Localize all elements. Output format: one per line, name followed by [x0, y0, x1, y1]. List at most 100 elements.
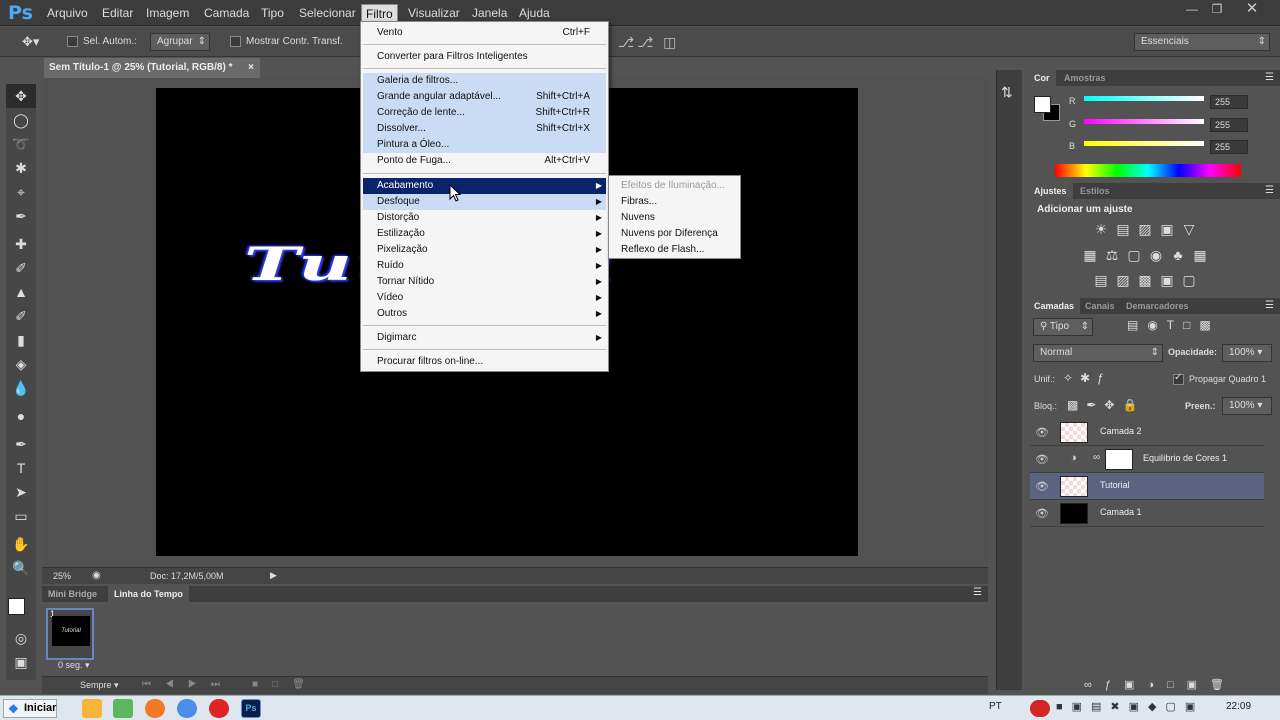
menu-item-desfoque[interactable]: Desfoque ▶ — [363, 194, 606, 210]
eye-icon[interactable]: 👁 — [1035, 507, 1049, 520]
eye-icon[interactable]: 👁 — [1035, 480, 1049, 493]
paint-bucket-icon[interactable]: ◈ — [6, 352, 36, 376]
tab-amostras[interactable]: Amostras — [1058, 70, 1112, 86]
history-brush-icon[interactable]: ✐ — [6, 304, 36, 328]
eye-icon[interactable]: 👁 — [1035, 453, 1049, 466]
menu-item-procurar-online[interactable]: Procurar filtros on-line... — [363, 354, 606, 370]
frame-tools-icon[interactable]: ■□🗑 — [252, 679, 319, 690]
submenu-item-reflexo-flash[interactable]: Reflexo de Flash... — [611, 242, 738, 258]
menu-editar[interactable]: Editar — [98, 4, 137, 22]
crop-tool-icon[interactable]: ⌖ — [6, 180, 36, 204]
restore-icon[interactable]: ❐ — [1207, 2, 1227, 16]
animation-frame[interactable]: 1 Tutorial — [46, 608, 94, 660]
channel-mixer-icon[interactable]: ♣ — [1168, 246, 1188, 264]
channel-r-slider[interactable] — [1084, 96, 1204, 101]
language-indicator[interactable]: PT — [989, 701, 1002, 712]
zoom-level[interactable]: 25% — [53, 571, 71, 581]
layer-filter-icons[interactable]: ▤◉T□▩ — [1127, 318, 1220, 332]
show-transform-checkbox[interactable] — [230, 36, 241, 47]
color-lookup-icon[interactable]: ▦ — [1190, 246, 1210, 264]
workspace-dropdown[interactable]: Essenciais ⇕ — [1134, 33, 1270, 51]
curves-icon[interactable]: ▨ — [1135, 220, 1155, 238]
panel-menu-icon[interactable]: ☰ — [973, 587, 982, 598]
shape-tool-icon[interactable]: ▭ — [6, 504, 36, 528]
menu-imagem[interactable]: Imagem — [142, 4, 193, 22]
menu-item-vento[interactable]: Vento Ctrl+F — [363, 25, 606, 41]
auto-select-checkbox[interactable] — [67, 36, 78, 47]
photo-filter-icon[interactable]: ◉ — [1146, 246, 1166, 264]
tab-ajustes[interactable]: Ajustes — [1028, 183, 1073, 199]
tab-demarcadores[interactable]: Demarcadores — [1120, 298, 1195, 314]
document-tab[interactable]: Sem Título-1 @ 25% (Tutorial, RGB/8) * × — [44, 58, 260, 78]
menu-item-correcao-lente[interactable]: Correção de lente... Shift+Ctrl+R — [363, 105, 606, 121]
channel-r-value[interactable]: 255 — [1210, 95, 1248, 109]
menu-selecionar[interactable]: Selecionar — [295, 4, 360, 22]
zoom-tool-icon[interactable]: 🔍 — [6, 556, 36, 580]
quick-select-tool-icon[interactable]: ✱ — [6, 156, 36, 180]
fill-field[interactable]: 100% ▾ — [1222, 397, 1272, 415]
brush-tool-icon[interactable]: ✐ — [6, 256, 36, 280]
panel-menu-icon[interactable]: ☰ — [1265, 185, 1274, 196]
channel-g-slider[interactable] — [1084, 119, 1204, 124]
channel-g-value[interactable]: 255 — [1210, 118, 1248, 132]
vibrance-icon[interactable]: ▽ — [1179, 220, 1199, 238]
gradient-map-icon[interactable]: ▣ — [1157, 271, 1177, 289]
status-menu-arrow-icon[interactable]: ▶ — [270, 570, 277, 581]
unify-icons[interactable]: ✧✱ƒ — [1063, 371, 1111, 385]
menu-item-converter-filtros[interactable]: Converter para Filtros Inteligentes — [363, 49, 606, 65]
menu-ajuda[interactable]: Ajuda — [515, 4, 554, 22]
channel-b-slider[interactable] — [1084, 141, 1204, 146]
layer-filter-dropdown[interactable]: ⚲ Tipo ⇕ — [1033, 318, 1093, 336]
menu-item-distorcao[interactable]: Distorção ▶ — [363, 210, 606, 226]
record-button-icon[interactable] — [1030, 700, 1050, 717]
lasso-tool-icon[interactable]: ➰ — [6, 132, 36, 156]
panel-menu-icon[interactable]: ☰ — [1265, 300, 1274, 311]
menu-item-estilizacao[interactable]: Estilização ▶ — [363, 226, 606, 242]
layers-footer-icons[interactable]: ∞ƒ▣◑□▣🗑 — [1084, 678, 1237, 691]
menu-item-dissolver[interactable]: Dissolver... Shift+Ctrl+X — [363, 121, 606, 137]
submenu-item-nuvens-diferenca[interactable]: Nuvens por Diferença — [611, 226, 738, 242]
media-player-icon[interactable] — [82, 699, 102, 718]
color-spectrum-bar[interactable] — [1055, 164, 1241, 177]
opera-icon[interactable] — [209, 699, 229, 718]
menu-filtro[interactable]: Filtro — [361, 4, 398, 22]
tray-icons[interactable]: ■▣▤✖▣◆▢▣ — [1056, 700, 1204, 713]
photoshop-taskbar-icon[interactable]: Ps — [241, 699, 261, 718]
menu-item-outros[interactable]: Outros ▶ — [363, 306, 606, 322]
lock-icons[interactable]: ▩✒✥🔒 — [1067, 398, 1145, 412]
propagate-checkbox[interactable]: ✓ — [1173, 372, 1184, 385]
loop-dropdown[interactable]: Sempre ▾ — [80, 680, 119, 691]
menu-item-tornar-nitido[interactable]: Tornar Nítido ▶ — [363, 274, 606, 290]
layer-row[interactable]: 👁 Tutorial — [1030, 473, 1264, 500]
foreground-color-swatch[interactable] — [1034, 96, 1051, 113]
screen-mode-icon[interactable]: ▣ — [6, 650, 36, 674]
type-tool-icon[interactable]: T — [6, 456, 36, 480]
menu-tipo[interactable]: Tipo — [257, 4, 288, 22]
move-tool-preset-icon[interactable]: ✥▾ — [22, 34, 39, 50]
opacity-field[interactable]: 100% ▾ — [1222, 344, 1272, 362]
tab-linha-do-tempo[interactable]: Linha do Tempo — [108, 586, 189, 602]
menu-arquivo[interactable]: Arquivo — [43, 4, 92, 22]
tab-camadas[interactable]: Camadas — [1028, 298, 1081, 314]
eye-icon[interactable]: 👁 — [1035, 426, 1049, 439]
posterize-icon[interactable]: ▨ — [1113, 271, 1133, 289]
dodge-tool-icon[interactable]: ● — [6, 404, 36, 428]
channel-b-value[interactable]: 255 — [1210, 140, 1248, 154]
tab-mini-bridge[interactable]: Mini Bridge — [42, 586, 103, 602]
menu-visualizar[interactable]: Visualizar — [404, 4, 464, 22]
close-tab-icon[interactable]: × — [248, 58, 254, 78]
layer-row[interactable]: 👁 Camada 2 — [1030, 419, 1264, 446]
menu-item-ponto-fuga[interactable]: Ponto de Fuga... Alt+Ctrl+V — [363, 153, 606, 169]
color-balance-icon[interactable]: ⚖ — [1102, 246, 1122, 264]
firefox-icon[interactable] — [145, 699, 165, 718]
menu-item-acabamento[interactable]: Acabamento ▶ — [363, 178, 606, 194]
menu-item-pintura-oleo[interactable]: Pintura a Óleo... — [363, 137, 606, 153]
tab-cor[interactable]: Cor — [1028, 70, 1056, 86]
foreground-color-swatch[interactable] — [8, 598, 25, 615]
hand-tool-icon[interactable]: ✋ — [6, 532, 36, 556]
hue-saturation-icon[interactable]: ▦ — [1080, 246, 1100, 264]
levels-icon[interactable]: ▤ — [1113, 220, 1133, 238]
info-icon[interactable]: ◉ — [92, 570, 101, 581]
menu-item-video[interactable]: Vídeo ▶ — [363, 290, 606, 306]
menu-item-grande-angular[interactable]: Grande angular adaptável... Shift+Ctrl+A — [363, 89, 606, 105]
